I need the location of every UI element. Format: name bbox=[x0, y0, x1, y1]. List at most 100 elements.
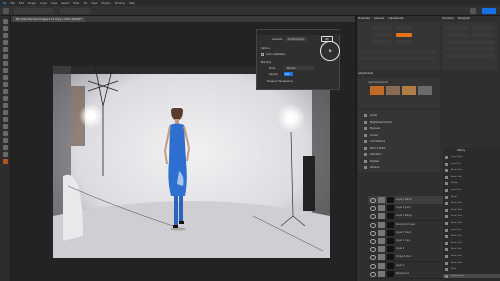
prop-field[interactable] bbox=[372, 33, 392, 37]
history-state[interactable]: Brush Tool bbox=[443, 168, 500, 174]
path-select-tool-icon[interactable] bbox=[3, 138, 8, 143]
crop-tool-icon[interactable] bbox=[3, 47, 8, 52]
dialog-tab-current-layer[interactable]: Current Layer bbox=[286, 37, 306, 41]
adjustment-item[interactable]: Black & White bbox=[362, 146, 436, 151]
prop-field[interactable] bbox=[372, 26, 392, 30]
adjustment-item[interactable]: Saturation bbox=[362, 152, 436, 157]
panel-tab[interactable]: Paragraph bbox=[458, 17, 470, 21]
history-state[interactable]: Mask bbox=[443, 267, 500, 273]
visibility-eye-icon[interactable] bbox=[370, 239, 376, 244]
visibility-eye-icon[interactable] bbox=[370, 230, 376, 236]
visibility-eye-icon[interactable] bbox=[370, 222, 376, 228]
adjustment-item[interactable]: Levels bbox=[362, 113, 436, 118]
menu-item[interactable]: Plugins bbox=[101, 2, 110, 5]
adjustment-item[interactable]: Exposure bbox=[362, 126, 436, 131]
marquee-tool-icon[interactable] bbox=[3, 26, 8, 31]
history-brush-tool-icon[interactable] bbox=[3, 89, 8, 94]
menu-item[interactable]: Layer bbox=[40, 2, 47, 5]
history-state[interactable]: Layer Via bbox=[443, 188, 500, 194]
eyedropper-tool-icon[interactable] bbox=[3, 61, 8, 66]
lasso-tool-icon[interactable] bbox=[3, 33, 8, 38]
search-icon[interactable] bbox=[470, 8, 476, 14]
preset-thumb[interactable] bbox=[386, 86, 400, 95]
menu-item[interactable]: Help bbox=[129, 2, 135, 5]
history-state[interactable]: Brush Tool bbox=[443, 175, 500, 181]
menu-item[interactable]: Type bbox=[51, 2, 57, 5]
home-icon[interactable] bbox=[3, 8, 9, 14]
clone-stamp-tool-icon[interactable] bbox=[3, 82, 8, 87]
prop-slider[interactable] bbox=[362, 57, 436, 60]
visibility-eye-icon[interactable] bbox=[370, 247, 376, 253]
history-state[interactable]: Brush Tool bbox=[443, 241, 500, 247]
adjustment-item[interactable]: Vibrance bbox=[362, 165, 436, 170]
panel-tab[interactable]: Character bbox=[442, 17, 454, 21]
menu-item[interactable]: View bbox=[91, 2, 97, 5]
history-state[interactable]: Stamp bbox=[443, 181, 500, 187]
history-state[interactable]: Brush Tool bbox=[443, 221, 500, 227]
history-state[interactable]: Layer Via bbox=[443, 228, 500, 233]
history-state[interactable]: Brush Tool bbox=[443, 247, 500, 253]
history-state[interactable]: Brush Tool bbox=[443, 261, 500, 266]
prop-field[interactable] bbox=[372, 40, 392, 44]
brush-tool-icon[interactable] bbox=[3, 75, 8, 80]
preset-thumb[interactable] bbox=[418, 86, 432, 95]
object-select-tool-icon[interactable] bbox=[3, 40, 8, 45]
tool-options[interactable] bbox=[14, 8, 54, 14]
visibility-eye-icon[interactable] bbox=[370, 263, 376, 269]
rectangle-tool-icon[interactable] bbox=[3, 145, 8, 150]
eraser-tool-icon[interactable] bbox=[3, 96, 8, 101]
history-state[interactable]: Brush Tool bbox=[443, 201, 500, 207]
opacity-field[interactable]: 100 bbox=[284, 72, 293, 76]
panel-tab[interactable]: Adjustments bbox=[388, 17, 403, 21]
prop-field[interactable] bbox=[396, 26, 412, 30]
layer-row[interactable]: Background bbox=[368, 269, 444, 279]
gradient-tool-icon[interactable] bbox=[3, 103, 8, 108]
hand-tool-icon[interactable] bbox=[3, 152, 8, 157]
photo-image[interactable] bbox=[53, 66, 330, 258]
char-field[interactable] bbox=[445, 47, 494, 51]
visibility-eye-icon[interactable] bbox=[370, 271, 376, 277]
char-field[interactable] bbox=[445, 26, 469, 30]
prop-slider[interactable] bbox=[362, 50, 436, 53]
pen-tool-icon[interactable] bbox=[3, 124, 8, 129]
visibility-eye-icon[interactable] bbox=[370, 255, 376, 261]
mode-select[interactable]: Normal bbox=[284, 66, 314, 70]
move-tool-icon[interactable] bbox=[3, 19, 8, 24]
adjustment-item[interactable]: Color Balance bbox=[362, 139, 436, 144]
color-adaptation-checkbox[interactable] bbox=[261, 53, 264, 56]
menu-item[interactable]: Image bbox=[28, 2, 36, 5]
char-field[interactable] bbox=[445, 33, 469, 37]
dialog-tab-contents[interactable]: Contents bbox=[272, 38, 282, 41]
history-state[interactable]: Layer Style bbox=[443, 155, 500, 161]
menu-item[interactable]: 3D bbox=[84, 2, 88, 5]
visibility-eye-icon[interactable] bbox=[370, 206, 376, 212]
menu-item[interactable]: Select bbox=[61, 2, 69, 5]
history-state[interactable]: Merge bbox=[443, 195, 500, 200]
visibility-eye-icon[interactable] bbox=[370, 198, 376, 203]
blur-tool-icon[interactable] bbox=[3, 110, 8, 115]
char-field[interactable] bbox=[472, 26, 494, 30]
history-state[interactable]: Brush Tool bbox=[443, 234, 500, 240]
adjustments-tab[interactable]: Adjustments bbox=[358, 72, 440, 77]
healing-tool-icon[interactable] bbox=[3, 68, 8, 73]
preset-thumb[interactable] bbox=[402, 86, 416, 95]
history-tab[interactable]: History bbox=[457, 149, 477, 153]
adjustment-item[interactable]: Hue/Sat bbox=[362, 159, 436, 164]
tool-options-2[interactable] bbox=[60, 8, 90, 14]
preset-thumb[interactable] bbox=[370, 86, 384, 95]
type-tool-icon[interactable] bbox=[3, 131, 8, 136]
menu-item[interactable]: Edit bbox=[19, 2, 24, 5]
panel-tab[interactable]: Properties bbox=[358, 17, 370, 21]
history-state[interactable]: Brush Tool bbox=[443, 208, 500, 214]
history-state[interactable]: Brush Tool bbox=[443, 254, 500, 260]
app-logo[interactable]: Ps bbox=[3, 2, 6, 5]
char-field[interactable] bbox=[472, 33, 494, 37]
char-field[interactable] bbox=[445, 40, 494, 44]
share-button[interactable] bbox=[482, 8, 496, 14]
history-state[interactable]: Layer Via bbox=[443, 162, 500, 167]
adjustment-item[interactable]: Brightness/Contrast bbox=[362, 120, 436, 125]
history-state[interactable]: Brush Tool bbox=[443, 214, 500, 220]
dodge-tool-icon[interactable] bbox=[3, 117, 8, 122]
visibility-eye-icon[interactable] bbox=[370, 214, 376, 220]
prop-field[interactable] bbox=[396, 40, 412, 44]
